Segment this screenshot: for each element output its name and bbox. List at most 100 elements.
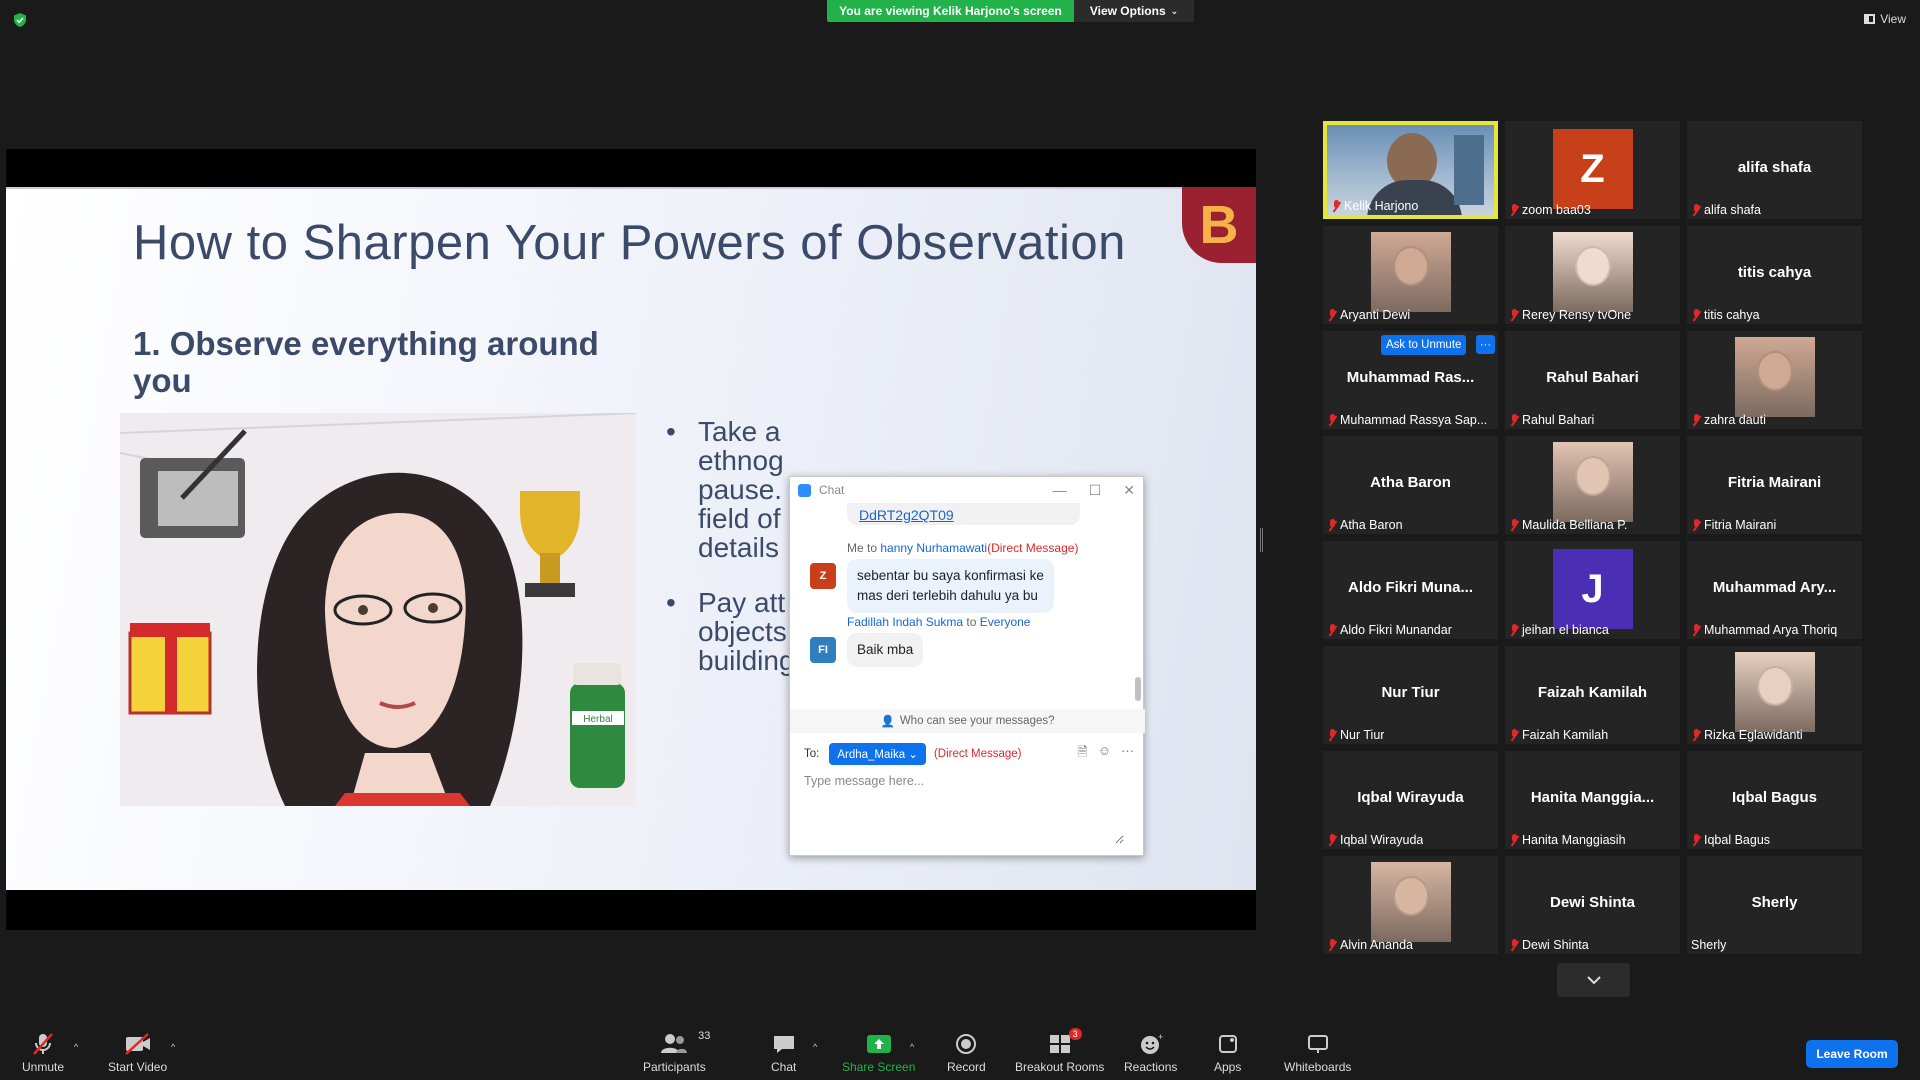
mic-muted-icon <box>1331 200 1341 212</box>
reactions-button[interactable]: + Reactions <box>1124 1032 1177 1074</box>
participant-tile[interactable]: Rahul Bahari Rahul Bahari <box>1505 331 1680 429</box>
participant-tile[interactable]: Atha Baron Atha Baron <box>1323 436 1498 534</box>
video-options-caret-icon[interactable]: ^ <box>171 1042 175 1052</box>
participant-display-name: Sherly <box>1751 894 1798 911</box>
mic-muted-icon <box>1327 519 1337 531</box>
participant-tile[interactable]: Aldo Fikri Muna... Aldo Fikri Munandar <box>1323 541 1498 639</box>
view-button[interactable]: View <box>1864 12 1906 26</box>
view-options-button[interactable]: View Options ⌄ <box>1074 0 1194 22</box>
chat-options-caret-icon[interactable]: ^ <box>813 1042 817 1052</box>
chat-button[interactable]: Chat <box>771 1032 796 1074</box>
participant-tile[interactable]: Rerey Rensy tvOne <box>1505 226 1680 324</box>
participants-button[interactable]: 33 Participants <box>643 1030 710 1074</box>
maximize-icon[interactable]: ☐ <box>1089 482 1102 499</box>
participant-name-label: Aryanti Dewi <box>1327 308 1410 322</box>
close-icon[interactable]: ✕ <box>1123 482 1135 499</box>
mic-muted-icon <box>1691 204 1701 216</box>
participant-name: zoom baa03 <box>1522 203 1591 217</box>
chat-message-input[interactable] <box>804 774 1124 844</box>
participant-tile[interactable]: Fitria Mairani Fitria Mairani <box>1687 436 1862 534</box>
chat-titlebar[interactable]: Chat — ☐ ✕ <box>790 477 1143 503</box>
participant-tile[interactable]: titis cahya titis cahya <box>1687 226 1862 324</box>
participant-tile[interactable]: Alvin Ananda <box>1323 856 1498 954</box>
gallery-view-icon <box>1864 14 1876 24</box>
breakout-rooms-button[interactable]: 3 Breakout Rooms <box>1015 1028 1104 1074</box>
avatar <box>1734 337 1815 417</box>
participant-display-name: Aldo Fikri Muna... <box>1347 579 1473 596</box>
who-can-see-link[interactable]: 👤 Who can see your messages? <box>790 709 1145 733</box>
participant-tile[interactable]: Zzoom baa03 <box>1505 121 1680 219</box>
chat-scrollbar[interactable] <box>1135 677 1141 701</box>
participant-tile[interactable]: Muhammad Ras... Muhammad Rassya Sap... Ask… <box>1323 331 1498 429</box>
minimize-icon[interactable]: — <box>1053 482 1067 499</box>
svg-text:Herbal: Herbal <box>583 714 612 725</box>
unmute-button[interactable]: Unmute <box>22 1032 64 1074</box>
recipient-dropdown[interactable]: Ardha_Maika ⌄ <box>829 743 926 765</box>
participant-tile[interactable]: Sherly Sherly <box>1687 856 1862 954</box>
slide-top-stripe <box>6 187 1256 189</box>
participant-tile[interactable]: Iqbal Wirayuda Iqbal Wirayuda <box>1323 751 1498 849</box>
file-icon[interactable]: 🗎 <box>1077 743 1087 765</box>
emoji-icon[interactable]: ☺ <box>1098 743 1111 765</box>
participant-tile[interactable]: Maulida Belliana P. <box>1505 436 1680 534</box>
share-screen-button[interactable]: Share Screen <box>842 1032 915 1074</box>
participant-tile[interactable]: alifa shafa alifa shafa <box>1687 121 1862 219</box>
participant-tile[interactable]: Faizah Kamilah Faizah Kamilah <box>1505 646 1680 744</box>
chat-message: Baik mba <box>847 633 924 667</box>
participant-tile[interactable]: Dewi Shinta Dewi Shinta <box>1505 856 1680 954</box>
message-header: Me to hanny Nurhamawati(Direct Message) <box>847 541 1079 555</box>
participant-name-label: titis cahya <box>1691 308 1760 322</box>
participant-display-name: Nur Tiur <box>1381 684 1440 701</box>
recipient-name[interactable]: Everyone <box>980 615 1031 629</box>
participant-tile[interactable]: Rizka Eglawidanti <box>1687 646 1862 744</box>
participant-display-name: Dewi Shinta <box>1549 894 1635 911</box>
participant-name: alifa shafa <box>1704 203 1761 217</box>
mic-muted-icon <box>1327 939 1337 951</box>
apps-button[interactable]: Apps <box>1214 1032 1241 1074</box>
recipient-name[interactable]: hanny Nurhamawati <box>880 541 987 555</box>
participant-name-label: Atha Baron <box>1327 518 1403 532</box>
security-shield-icon[interactable] <box>12 12 28 28</box>
audio-options-caret-icon[interactable]: ^ <box>74 1042 78 1052</box>
mic-muted-icon <box>1509 414 1519 426</box>
participant-name-label: Aldo Fikri Munandar <box>1327 623 1452 637</box>
ask-to-unmute-button[interactable]: Ask to Unmute <box>1381 335 1467 355</box>
apps-icon <box>1218 1035 1237 1053</box>
participant-tile[interactable]: Muhammad Ary... Muhammad Arya Thoriq <box>1687 541 1862 639</box>
participant-name: Iqbal Wirayuda <box>1340 833 1424 847</box>
chat-window[interactable]: Chat — ☐ ✕ DdRT2g2QT09 Me to hanny Nurha… <box>789 476 1145 856</box>
leave-room-button[interactable]: Leave Room <box>1806 1040 1898 1068</box>
sender-name[interactable]: Fadillah Indah Sukma <box>847 615 963 629</box>
mic-muted-icon <box>1691 519 1701 531</box>
participant-name-label: zoom baa03 <box>1509 203 1591 217</box>
video-off-icon <box>124 1033 150 1055</box>
participant-more-button[interactable]: ··· <box>1476 335 1495 354</box>
record-button[interactable]: Record <box>947 1032 986 1074</box>
chat-recipient-row: To: Ardha_Maika ⌄ (Direct Message) 🗎 ☺ ·… <box>804 743 1134 765</box>
whiteboards-button[interactable]: Whiteboards <box>1284 1032 1351 1074</box>
avatar <box>1370 862 1451 942</box>
participant-tile[interactable]: Iqbal Bagus Iqbal Bagus <box>1687 751 1862 849</box>
participant-name-label: Alvin Ananda <box>1327 938 1413 952</box>
participant-tile[interactable]: Jjeihan el bianca <box>1505 541 1680 639</box>
mic-muted-icon <box>1327 309 1337 321</box>
participant-tile[interactable]: zahra dauti <box>1687 331 1862 429</box>
panel-splitter[interactable] <box>1260 528 1263 552</box>
mic-muted-icon <box>1509 519 1519 531</box>
start-video-button[interactable]: Start Video <box>108 1032 167 1074</box>
gallery-next-page-button[interactable] <box>1557 963 1630 997</box>
participant-tile[interactable]: Kelik Harjono <box>1323 121 1498 219</box>
participant-name-label: Kelik Harjono <box>1331 199 1418 213</box>
participant-tile[interactable]: Nur Tiur Nur Tiur <box>1323 646 1498 744</box>
chat-message-list[interactable]: DdRT2g2QT09 Me to hanny Nurhamawati(Dire… <box>790 503 1130 733</box>
more-icon[interactable]: ··· <box>1121 743 1134 765</box>
share-options-caret-icon[interactable]: ^ <box>910 1042 914 1052</box>
participant-tile[interactable]: Hanita Manggia... Hanita Manggiasih <box>1505 751 1680 849</box>
participant-tile[interactable]: Aryanti Dewi <box>1323 226 1498 324</box>
share-screen-label: Share Screen <box>842 1060 916 1074</box>
participant-name: Fitria Mairani <box>1704 518 1777 532</box>
whiteboard-icon <box>1307 1035 1328 1053</box>
mic-muted-icon <box>1509 729 1519 741</box>
chat-link[interactable]: DdRT2g2QT09 <box>847 503 1080 525</box>
participant-name: Iqbal Bagus <box>1704 833 1771 847</box>
